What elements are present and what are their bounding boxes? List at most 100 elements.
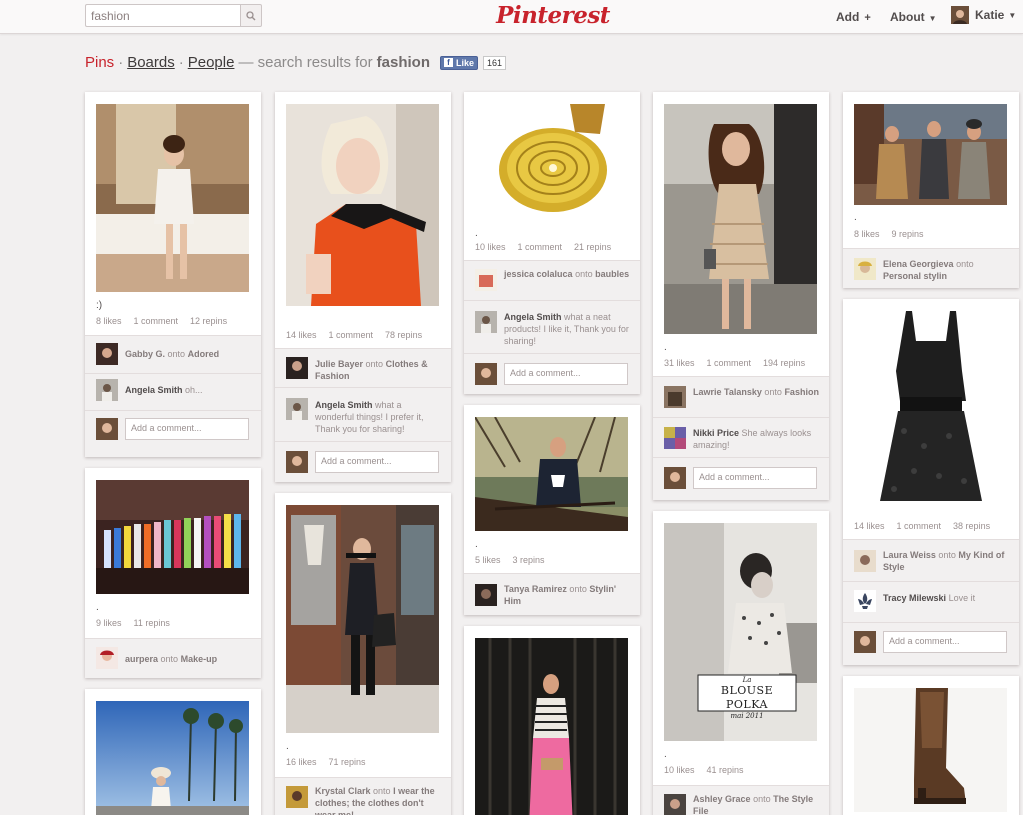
avatar[interactable] <box>854 550 876 572</box>
likes-count[interactable]: 8 likes <box>854 229 880 239</box>
caption-title: BLOUSE POLKA <box>720 684 774 711</box>
pin-card[interactable]: . 5 likes 3 repins Tanya Ramirez onto Sty… <box>464 405 640 615</box>
pin-image[interactable] <box>664 104 817 334</box>
avatar <box>854 631 876 653</box>
pin-image[interactable] <box>854 688 1007 812</box>
comment: Angela Smith what a wonderful things! I … <box>315 400 424 434</box>
pin-image[interactable] <box>96 701 249 815</box>
separator: · <box>118 54 124 71</box>
likes-count[interactable]: 5 likes <box>475 555 501 565</box>
pin-card[interactable]: La BLOUSE POLKA mai 2011 . 10 likes 41 re… <box>653 511 829 815</box>
pin-image[interactable] <box>475 104 628 222</box>
pin-card[interactable] <box>843 676 1019 815</box>
repins-count[interactable]: 194 repins <box>763 358 805 368</box>
pin-card[interactable]: . 9 likes 11 repins aurpera onto Make-up <box>85 468 261 678</box>
pin-image[interactable] <box>286 104 439 306</box>
repins-count[interactable]: 78 repins <box>385 330 422 340</box>
add-menu[interactable]: Add + <box>836 10 871 24</box>
repins-count[interactable]: 41 repins <box>707 765 744 775</box>
comments-count[interactable]: 1 comment <box>329 330 374 340</box>
facebook-like-button[interactable]: f Like <box>440 55 479 70</box>
repins-count[interactable]: 3 repins <box>513 555 545 565</box>
pin-card[interactable] <box>464 626 640 815</box>
pinterest-logo[interactable]: Pinterest <box>460 2 646 29</box>
avatar[interactable] <box>475 584 497 606</box>
pin-card[interactable] <box>85 689 261 815</box>
avatar[interactable] <box>475 269 497 291</box>
add-comment-input[interactable]: Add a comment... <box>315 451 439 473</box>
add-comment-input[interactable]: Add a comment... <box>883 631 1007 653</box>
repins-count[interactable]: 9 repins <box>892 229 924 239</box>
avatar[interactable] <box>286 357 308 379</box>
repins-count[interactable]: 21 repins <box>574 242 611 252</box>
pin-card[interactable]: 14 likes 1 comment 38 repins Laura Weiss o… <box>843 299 1019 665</box>
repin-credit: Gabby G. onto Adored <box>125 349 220 359</box>
avatar[interactable] <box>286 398 308 420</box>
avatar[interactable] <box>96 647 118 669</box>
comments-count[interactable]: 1 comment <box>897 521 942 531</box>
about-label: About <box>890 10 925 24</box>
pin-description: :) <box>96 300 103 311</box>
filter-people[interactable]: People <box>188 54 235 71</box>
likes-count[interactable]: 10 likes <box>664 765 695 775</box>
likes-count[interactable]: 9 likes <box>96 618 122 628</box>
repins-count[interactable]: 38 repins <box>953 521 990 531</box>
avatar[interactable] <box>96 343 118 365</box>
filter-boards[interactable]: Boards <box>127 54 175 71</box>
search-input[interactable] <box>85 4 241 27</box>
pin-activity: jessica colaluca onto baubles Angela Smi… <box>464 260 640 394</box>
user-menu[interactable]: Katie ▼ <box>951 6 1016 24</box>
add-comment-input[interactable]: Add a comment... <box>125 418 249 440</box>
likes-count[interactable]: 31 likes <box>664 358 695 368</box>
pin-image[interactable] <box>286 505 439 733</box>
pin-image[interactable] <box>854 311 1007 507</box>
pin-card[interactable]: . 10 likes 1 comment 21 repins jessica col… <box>464 92 640 394</box>
pin-card[interactable]: . 8 likes 9 repins Elena Georgieva onto P… <box>843 92 1019 288</box>
pin-image[interactable] <box>475 638 628 815</box>
search-button[interactable] <box>240 4 262 27</box>
repins-count[interactable]: 11 repins <box>134 618 170 628</box>
filter-pins[interactable]: Pins <box>85 54 114 71</box>
comments-count[interactable]: 1 comment <box>518 242 563 252</box>
add-comment-input[interactable]: Add a comment... <box>504 363 628 385</box>
repin-credit: Tanya Ramirez onto Stylin' Him <box>504 584 617 606</box>
about-menu[interactable]: About ▼ <box>890 10 937 24</box>
repin-credit: jessica colaluca onto baubles <box>504 269 630 279</box>
pin-image[interactable] <box>475 417 628 531</box>
pin-image[interactable]: La BLOUSE POLKA mai 2011 <box>664 523 817 741</box>
avatar[interactable] <box>854 258 876 280</box>
search-icon <box>246 10 256 20</box>
pin-image[interactable] <box>96 480 249 594</box>
pin-card[interactable]: . 31 likes 1 comment 194 repins Lawrie Tal… <box>653 92 829 500</box>
pin-image[interactable] <box>96 104 249 292</box>
comments-count[interactable]: 1 comment <box>134 316 179 326</box>
repin-credit: Lawrie Talansky onto Fashion <box>693 387 819 397</box>
repins-count[interactable]: 71 repins <box>329 757 366 767</box>
comments-count[interactable]: 1 comment <box>707 358 752 368</box>
repins-count[interactable]: 12 repins <box>190 316 227 326</box>
avatar[interactable] <box>96 379 118 401</box>
avatar[interactable] <box>664 427 686 449</box>
likes-count[interactable]: 10 likes <box>475 242 506 252</box>
avatar[interactable] <box>475 311 497 333</box>
pin-card[interactable]: :) 8 likes 1 comment 12 repins Gabby G. on… <box>85 92 261 457</box>
fleur-de-lis-icon[interactable] <box>854 590 876 612</box>
search-filter-bar: Pins · Boards · People — search results … <box>85 54 507 71</box>
pin-card[interactable]: . 16 likes 71 repins Krystal Clark onto I… <box>275 493 451 815</box>
likes-count[interactable]: 14 likes <box>286 330 317 340</box>
avatar <box>951 6 969 24</box>
pin-description: . <box>854 212 857 223</box>
likes-count[interactable]: 14 likes <box>854 521 885 531</box>
pin-image[interactable] <box>854 104 1007 205</box>
repin-credit: Ashley Grace onto The Style File <box>693 794 814 815</box>
pin-activity: Krystal Clark onto I wear the clothes; t… <box>275 777 451 815</box>
pin-card[interactable]: 14 likes 1 comment 78 repins Julie Bayer o… <box>275 92 451 482</box>
avatar[interactable] <box>664 386 686 408</box>
chevron-down-icon: ▼ <box>1008 10 1017 20</box>
likes-count[interactable]: 8 likes <box>96 316 122 326</box>
avatar[interactable] <box>664 794 686 815</box>
avatar[interactable] <box>286 786 308 808</box>
comment: Tracy Milewski Love it <box>883 593 976 603</box>
add-comment-input[interactable]: Add a comment... <box>693 467 817 489</box>
likes-count[interactable]: 16 likes <box>286 757 317 767</box>
